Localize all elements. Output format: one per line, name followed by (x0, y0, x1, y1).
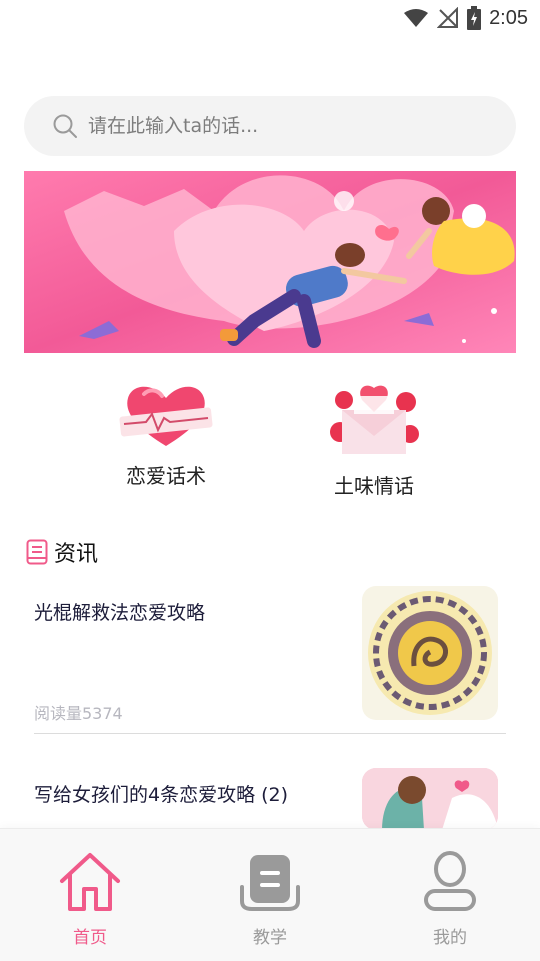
divider (34, 733, 506, 734)
tab-teaching[interactable]: 教学 (210, 851, 330, 948)
search-bar[interactable] (24, 96, 516, 156)
wifi-icon (404, 9, 429, 27)
banner-illustration (24, 171, 516, 353)
quick-link-label: 恋爱话术 (126, 464, 206, 488)
news-item-thumbnail (362, 768, 498, 830)
no-signal-icon (437, 7, 459, 28)
news-icon (26, 539, 48, 565)
news-item-title: 写给女孩们的4条恋爱攻略 (2) (34, 784, 289, 806)
love-letter-icon (330, 385, 419, 454)
quick-link-love-talk[interactable]: 恋爱话术 (66, 380, 266, 489)
promo-banner[interactable] (24, 171, 516, 353)
search-input[interactable] (86, 114, 470, 138)
home-icon (60, 853, 120, 911)
news-section-header: 资讯 (26, 536, 98, 568)
tab-label: 教学 (253, 928, 287, 948)
tab-mine[interactable]: 我的 (390, 851, 510, 948)
quick-link-label: 土味情话 (334, 474, 414, 498)
news-item-reads: 阅读量5374 (34, 704, 123, 723)
news-item-thumbnail (362, 586, 498, 720)
status-time: 2:05 (489, 6, 528, 29)
search-icon (53, 114, 77, 138)
tab-home[interactable]: 首页 (30, 851, 150, 948)
heart-ecg-icon (119, 386, 213, 446)
battery-charging-icon (467, 6, 482, 30)
news-item-title: 光棍解救法恋爱攻略 (34, 602, 206, 624)
status-icons: 2:05 (403, 6, 528, 30)
user-icon (424, 851, 476, 911)
news-section-title: 资讯 (54, 542, 99, 567)
status-bar: 2:05 (0, 0, 540, 36)
book-icon (240, 855, 300, 911)
tab-label: 首页 (73, 928, 107, 948)
bottom-tab-bar: 首页 教学 我的 (0, 828, 540, 961)
quick-link-cheesy-lines[interactable]: 土味情话 (274, 380, 474, 499)
tab-label: 我的 (433, 928, 467, 948)
